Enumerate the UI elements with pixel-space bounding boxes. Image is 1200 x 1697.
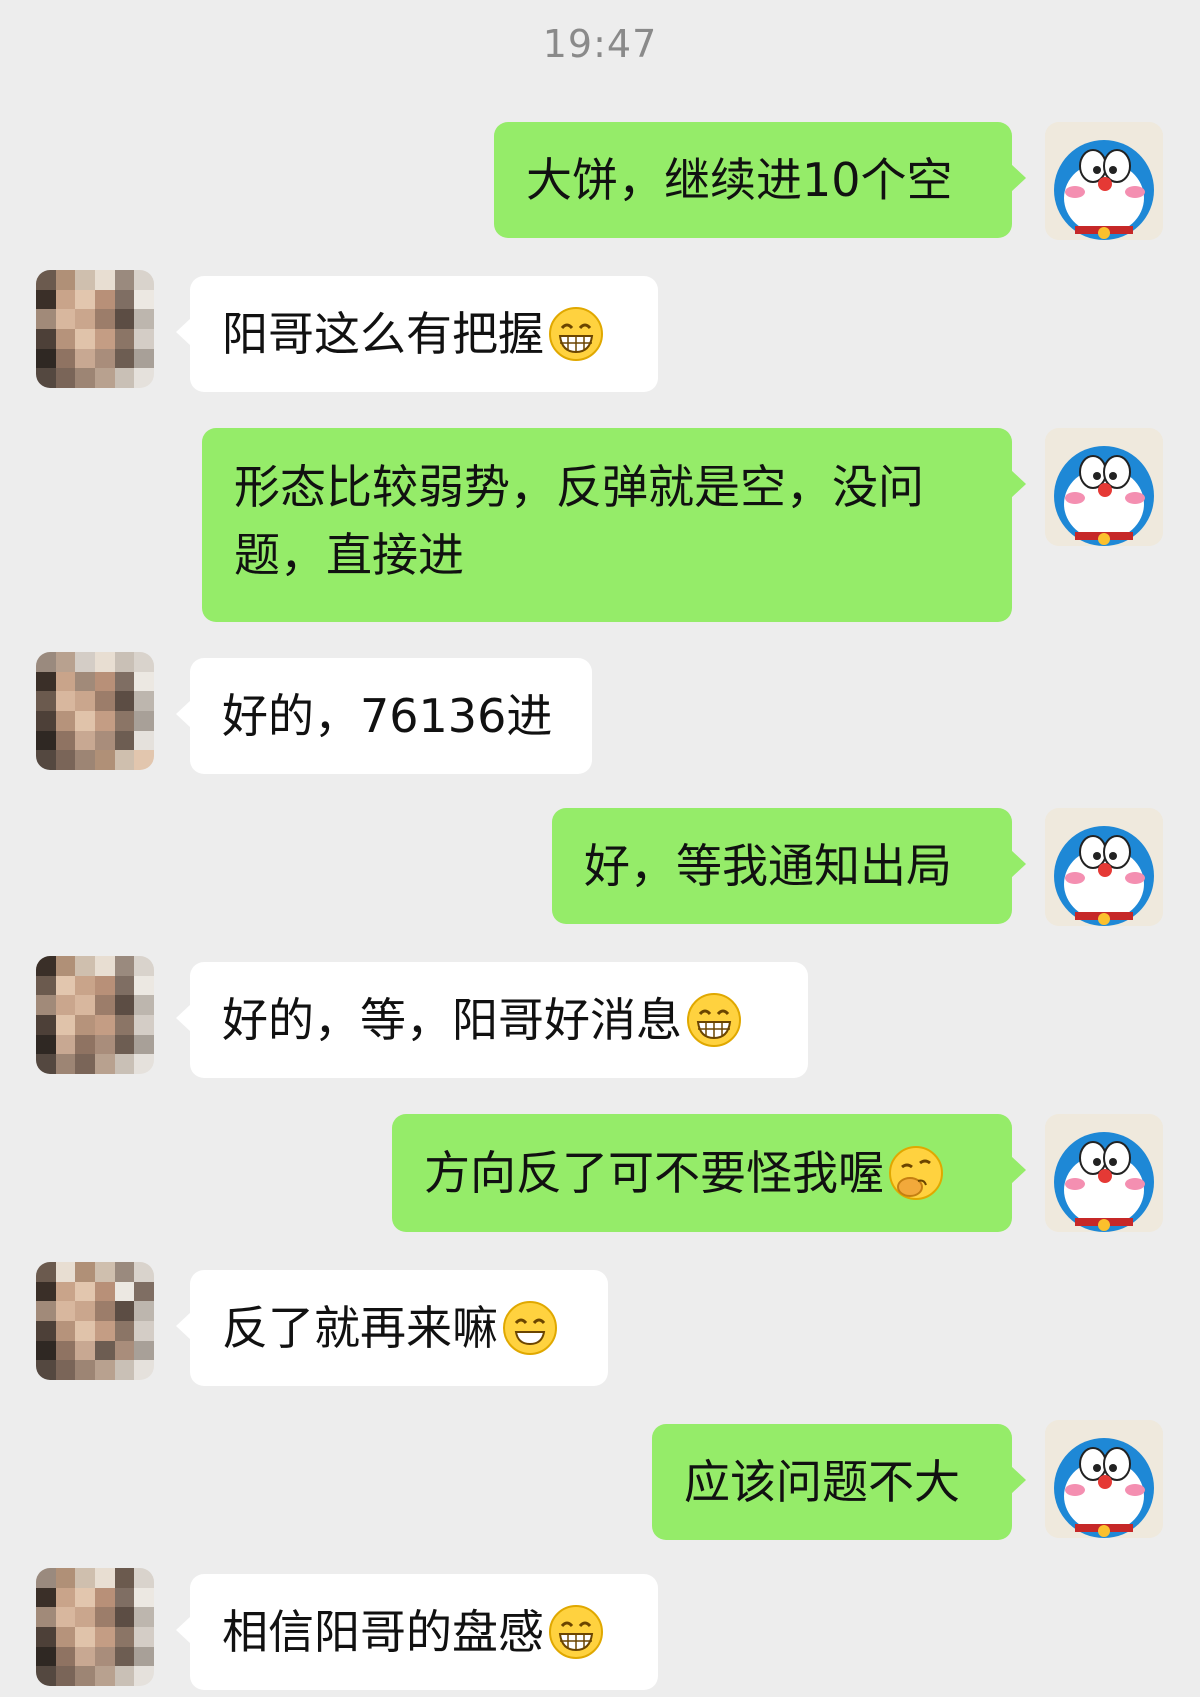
- message-bubble-in[interactable]: 好的，76136进: [176, 658, 592, 774]
- self-avatar[interactable]: [1045, 122, 1163, 240]
- message-bubble-out[interactable]: 应该问题不大: [652, 1424, 1026, 1540]
- message-bubble-out[interactable]: 大饼，继续进10个空: [494, 122, 1026, 238]
- contact-avatar[interactable]: [36, 956, 154, 1074]
- grin-emoji-icon: [687, 993, 741, 1047]
- contact-avatar[interactable]: [36, 1262, 154, 1380]
- self-avatar[interactable]: [1045, 808, 1163, 926]
- self-avatar[interactable]: [1045, 1114, 1163, 1232]
- message-text: 方向反了可不要怪我喔: [424, 1146, 884, 1200]
- grin-emoji-icon: [549, 307, 603, 361]
- message-text: 阳哥这么有把握: [222, 307, 544, 361]
- message-bubble-in[interactable]: 反了就再来嘛: [176, 1270, 608, 1386]
- self-avatar[interactable]: [1045, 1420, 1163, 1538]
- message-bubble-in[interactable]: 相信阳哥的盘感: [176, 1574, 658, 1690]
- message-bubble-out[interactable]: 好，等我通知出局: [552, 808, 1026, 924]
- message-bubble-in[interactable]: 阳哥这么有把握: [176, 276, 658, 392]
- message-bubble-in[interactable]: 好的，等，阳哥好消息: [176, 962, 808, 1078]
- message-text: 应该问题不大: [684, 1455, 960, 1509]
- message-text: 大饼，继续进10个空: [526, 153, 953, 207]
- message-bubble-out[interactable]: 形态比较弱势，反弹就是空，没问题，直接进: [202, 428, 1026, 622]
- grin-emoji-icon: [549, 1605, 603, 1659]
- contact-avatar[interactable]: [36, 652, 154, 770]
- chat-window: 19:47 大饼，继续进10个空 阳哥这么有把握 形态比较弱势，反弹就是空，没问…: [0, 0, 1200, 1697]
- message-text: 好的，76136进: [222, 689, 553, 743]
- chat-timestamp: 19:47: [542, 22, 658, 66]
- message-bubble-out[interactable]: 方向反了可不要怪我喔: [392, 1114, 1026, 1232]
- self-avatar[interactable]: [1045, 428, 1163, 546]
- message-text: 相信阳哥的盘感: [222, 1605, 544, 1659]
- message-text: 反了就再来嘛: [222, 1301, 498, 1355]
- thinking-hand-emoji-icon: [889, 1146, 943, 1200]
- contact-avatar[interactable]: [36, 1568, 154, 1686]
- message-text: 好的，等，阳哥好消息: [222, 993, 682, 1047]
- message-text: 好，等我通知出局: [584, 839, 952, 893]
- smile-emoji-icon: [503, 1301, 557, 1355]
- message-text: 形态比较弱势，反弹就是空，没问题，直接进: [234, 460, 924, 582]
- contact-avatar[interactable]: [36, 270, 154, 388]
